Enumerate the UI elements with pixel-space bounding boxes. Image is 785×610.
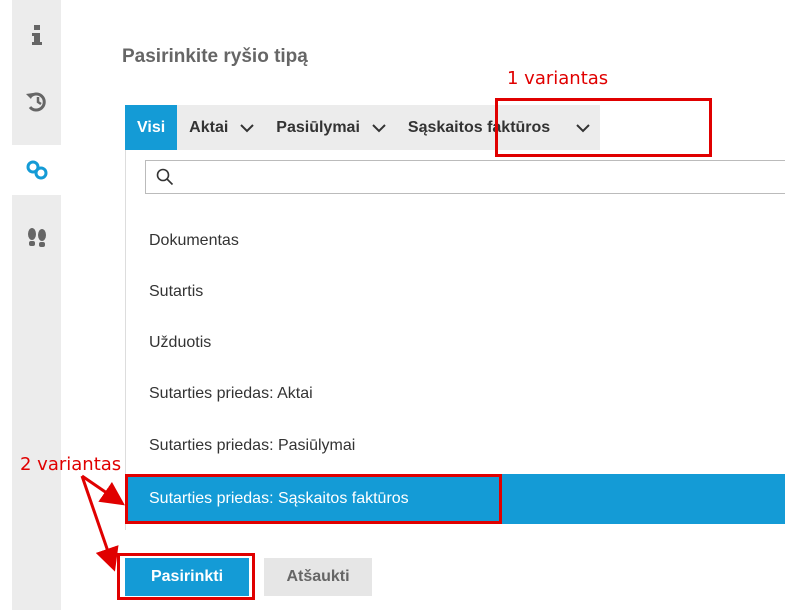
info-icon <box>31 25 42 45</box>
sidebar-item-info[interactable] <box>12 10 61 60</box>
tab-proposals[interactable]: Pasiūlymai <box>264 105 396 151</box>
list-item[interactable]: Sutartis <box>125 267 785 317</box>
select-button[interactable]: Pasirinkti <box>125 558 249 596</box>
list-item[interactable]: Dokumentas <box>125 216 785 266</box>
history-icon <box>25 92 46 112</box>
sidebar-item-links[interactable] <box>12 145 61 195</box>
annotation-variant-1: 1 variantas <box>507 68 609 89</box>
tab-acts-label: Aktai <box>189 119 229 136</box>
footprints-icon <box>27 228 46 247</box>
sidebar <box>12 0 61 610</box>
arrow-to-select-button <box>80 475 119 572</box>
search-box <box>145 160 785 194</box>
cancel-button[interactable]: Atšaukti <box>264 558 372 596</box>
list-item[interactable]: Sutarties priedas: Aktai <box>125 369 785 419</box>
tab-invoices-label: Sąskaitos faktūros <box>407 119 551 136</box>
page-title: Pasirinkite ryšio tipą <box>122 46 308 67</box>
list-item-label: Sutarties priedas: Pasiūlymai <box>149 437 356 454</box>
list-item-label: Dokumentas <box>149 232 239 249</box>
list-item-label: Užduotis <box>149 334 212 351</box>
list-item[interactable]: Sutarties priedas: Pasiūlymai <box>125 421 785 471</box>
chevron-down-icon[interactable] <box>562 123 600 133</box>
annotation-variant-2: 2 variantas <box>20 454 122 475</box>
tab-invoices[interactable]: Sąskaitos faktūros <box>395 105 601 151</box>
list-item-label: Sutarties priedas: Aktai <box>149 385 313 402</box>
type-tabs: Visi Aktai Pasiūlymai Sąskaitos faktūros <box>125 105 601 151</box>
list-item-label: Sutartis <box>149 283 204 300</box>
list-item-selected[interactable]: Sutarties priedas: Sąskaitos faktūros <box>125 474 785 524</box>
list-item-label: Sutarties priedas: Sąskaitos faktūros <box>149 490 409 507</box>
link-icon <box>26 160 47 180</box>
chevron-down-icon[interactable] <box>240 123 264 133</box>
tab-all-label: Visi <box>137 119 166 136</box>
tab-proposals-label: Pasiūlymai <box>276 119 360 136</box>
arrow-to-list-item <box>81 474 125 506</box>
tab-all[interactable]: Visi <box>125 105 178 151</box>
sidebar-item-history[interactable] <box>12 77 61 127</box>
search-input[interactable] <box>180 162 785 192</box>
search-icon <box>156 168 174 186</box>
list-item[interactable]: Užduotis <box>125 318 785 368</box>
sidebar-item-steps[interactable] <box>12 212 61 262</box>
tab-acts[interactable]: Aktai <box>177 105 265 151</box>
chevron-down-icon[interactable] <box>372 123 396 133</box>
